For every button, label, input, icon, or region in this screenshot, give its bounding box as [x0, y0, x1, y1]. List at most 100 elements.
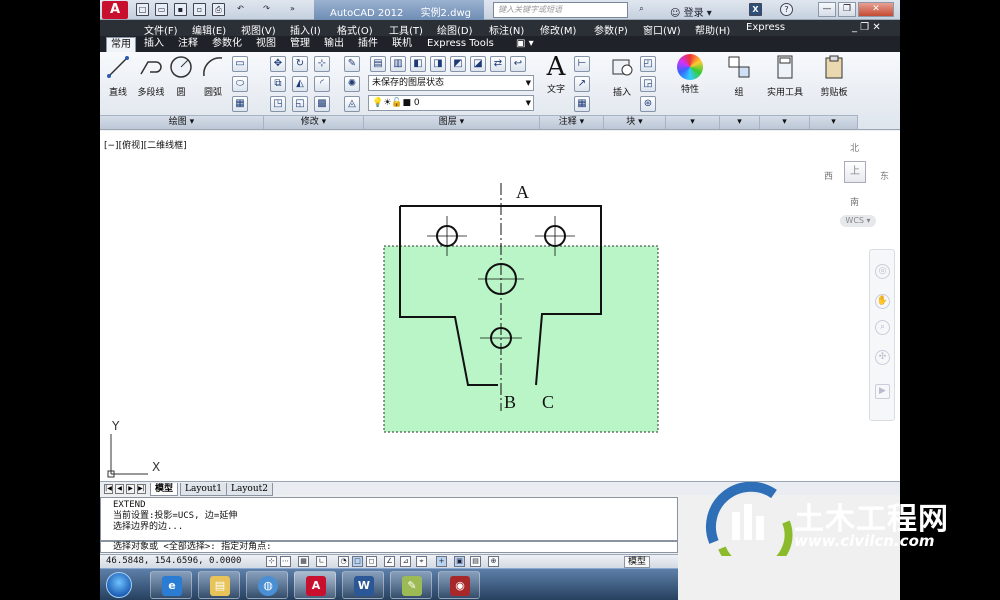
tab-parametric[interactable]: 参数化 [208, 37, 246, 52]
wcs-menu[interactable]: WCS ▾ [840, 215, 876, 227]
offset-icon[interactable]: ◬ [344, 96, 360, 112]
circle-tool-button[interactable]: 圆 [168, 54, 194, 98]
explode-icon[interactable]: ✺ [344, 76, 360, 92]
start-button[interactable] [106, 572, 132, 598]
3d-object-snap-icon[interactable]: ◻ [366, 556, 377, 567]
taskbar-word[interactable]: W [342, 571, 384, 599]
line-tool-button[interactable]: 直线 [104, 54, 132, 98]
transparency-icon[interactable]: ▣ [454, 556, 465, 567]
rotate-icon[interactable]: ↻ [292, 56, 308, 72]
viewcube-west[interactable]: 西 [824, 169, 833, 182]
steering-wheel-icon[interactable]: ◎ [875, 264, 890, 279]
text-tool-button[interactable]: A 文字 [542, 54, 570, 95]
tab-express-tools[interactable]: Express Tools [423, 37, 498, 52]
viewcube-top-face[interactable]: 上 [844, 161, 866, 183]
tab-layout1[interactable]: Layout1 [180, 483, 227, 496]
utilities-button[interactable]: 实用工具 [764, 54, 806, 98]
object-snap-icon[interactable]: □ [352, 556, 363, 567]
menu-edit[interactable]: 编辑(E) [192, 22, 226, 37]
copy-icon[interactable]: ⧉ [270, 76, 286, 92]
tab-annotate[interactable]: 注释 [174, 37, 202, 52]
layer-state-icon[interactable]: ▥ [390, 56, 406, 72]
menu-tools[interactable]: 工具(T) [389, 22, 423, 37]
clipboard-button[interactable]: 剪贴板 [814, 54, 854, 98]
panel-clipboard[interactable]: ▾ [810, 115, 858, 129]
grid-display-icon[interactable]: ▦ [298, 556, 309, 567]
polar-tracking-icon[interactable]: ◔ [338, 556, 349, 567]
ortho-mode-icon[interactable]: ∟ [316, 556, 327, 567]
viewcube[interactable]: 北 西 东 南 上 WCS ▾ [818, 139, 890, 229]
more-icon[interactable]: » [286, 3, 299, 16]
dynamic-ucs-icon[interactable]: ⊿ [400, 556, 411, 567]
command-input[interactable]: 选择对象或 <全部选择>: 指定对角点: [100, 541, 678, 553]
layer-previous-icon[interactable]: ↩ [510, 56, 526, 72]
pan-icon[interactable]: ✋ [875, 294, 890, 309]
redo-icon[interactable]: ↷ [260, 3, 273, 16]
exchange-icon[interactable]: X [749, 3, 762, 16]
taskbar-explorer[interactable]: ▤ [198, 571, 240, 599]
layer-freeze-icon[interactable]: ◩ [450, 56, 466, 72]
create-block-icon[interactable]: ◰ [640, 56, 656, 72]
new-file-icon[interactable]: □ [136, 3, 149, 16]
layer-isolate-icon[interactable]: ◨ [430, 56, 446, 72]
restore-button[interactable]: ❐ [838, 2, 856, 17]
showmotion-icon[interactable]: ▶ [875, 384, 890, 399]
first-layout-icon[interactable]: |◀ [104, 484, 113, 494]
tab-layout2[interactable]: Layout2 [226, 483, 273, 496]
orbit-icon[interactable]: ✣ [875, 350, 890, 365]
camera-toggle-icon[interactable]: ▣ ▾ [512, 37, 538, 52]
menu-format[interactable]: 格式(O) [337, 22, 373, 37]
snap-mode-icon[interactable]: ⋯ [280, 556, 291, 567]
insert-block-button[interactable]: 插入 [608, 54, 636, 98]
layer-lock-icon[interactable]: ◪ [470, 56, 486, 72]
fillet-icon[interactable]: ◜ [314, 76, 330, 92]
leader-icon[interactable]: ↗ [574, 76, 590, 92]
tab-output[interactable]: 输出 [320, 37, 348, 52]
help-icon[interactable]: ? [780, 3, 793, 16]
move-icon[interactable]: ✥ [270, 56, 286, 72]
tab-online[interactable]: 联机 [388, 37, 416, 52]
menu-file[interactable]: 文件(F) [144, 22, 178, 37]
polyline-tool-button[interactable]: 多段线 [134, 54, 168, 98]
taskbar-network[interactable]: ◍ [246, 571, 288, 599]
panel-modify[interactable]: 修改 ▾ [264, 115, 364, 129]
panel-group[interactable]: ▾ [720, 115, 760, 129]
panel-utilities[interactable]: ▾ [760, 115, 810, 129]
cursor-coordinates[interactable]: 46.5848, 154.6596, 0.0000 [106, 556, 241, 566]
save-icon[interactable]: ▪ [174, 3, 187, 16]
attribute-icon[interactable]: ⊛ [640, 96, 656, 112]
layer-off-icon[interactable]: ◧ [410, 56, 426, 72]
search-input[interactable]: 键入关键字或短语 [493, 2, 628, 18]
infer-constraints-icon[interactable]: ⊹ [266, 556, 277, 567]
menu-view[interactable]: 视图(V) [241, 22, 276, 37]
menu-modify[interactable]: 修改(M) [540, 22, 576, 37]
current-layer-dropdown[interactable]: 💡☀🔓■ 0 ▼ [368, 95, 534, 111]
doc-minimize-icon[interactable]: _ ❐ ✕ [852, 22, 881, 33]
table-icon[interactable]: ▦ [574, 96, 590, 112]
panel-layers[interactable]: 图层 ▾ [364, 115, 540, 129]
menu-window[interactable]: 窗口(W) [643, 22, 681, 37]
application-menu-button[interactable]: A [102, 1, 128, 19]
binoculars-icon[interactable]: ⌕ [635, 3, 648, 16]
dynamic-input-icon[interactable]: ⌖ [416, 556, 427, 567]
dimension-icon[interactable]: ⊢ [574, 56, 590, 72]
prev-layout-icon[interactable]: ◀ [115, 484, 124, 494]
selection-cycling-icon[interactable]: ⊕ [488, 556, 499, 567]
viewcube-north[interactable]: 北 [850, 141, 859, 154]
tab-model[interactable]: 模型 [150, 483, 179, 496]
layer-match-icon[interactable]: ⇄ [490, 56, 506, 72]
undo-icon[interactable]: ↶ [234, 3, 247, 16]
object-snap-tracking-icon[interactable]: ∠ [384, 556, 395, 567]
model-space-toggle[interactable]: 模型 [624, 556, 651, 568]
ellipse-icon[interactable]: ⬭ [232, 76, 248, 92]
menu-insert[interactable]: 插入(I) [290, 22, 321, 37]
edit-block-icon[interactable]: ◲ [640, 76, 656, 92]
menu-dimension[interactable]: 标注(N) [489, 22, 524, 37]
arc-tool-button[interactable]: 圆弧 [200, 54, 226, 98]
taskbar-ie[interactable]: e [150, 571, 192, 599]
viewcube-south[interactable]: 南 [850, 195, 859, 208]
panel-annotation[interactable]: 注释 ▾ [540, 115, 604, 129]
open-file-icon[interactable]: ▭ [155, 3, 168, 16]
save-as-icon[interactable]: ▫ [193, 3, 206, 16]
tab-home[interactable]: 常用 [106, 37, 136, 52]
